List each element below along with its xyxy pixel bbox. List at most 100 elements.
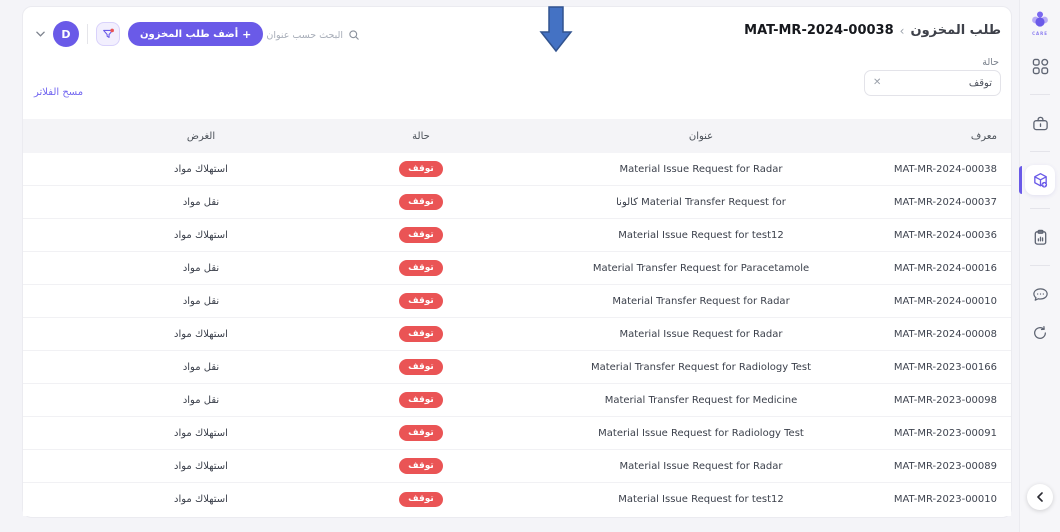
table-row[interactable]: MAT-MR-2024-00008 Material Issue Request… bbox=[23, 318, 1011, 351]
row-id: MAT-MR-2024-00037 bbox=[893, 196, 997, 208]
row-id: MAT-MR-2024-00036 bbox=[893, 229, 997, 241]
grid-icon bbox=[1032, 58, 1048, 74]
row-status-cell: توقف bbox=[301, 425, 541, 441]
sidebar-item-supplies[interactable] bbox=[1025, 108, 1055, 138]
add-inventory-request-button[interactable]: + أضف طلب المخزون bbox=[128, 22, 264, 46]
cube-plus-icon bbox=[1033, 172, 1047, 188]
row-id: MAT-MR-2023-00010 bbox=[893, 494, 997, 505]
notification-dot bbox=[109, 28, 114, 32]
status-badge: توقف bbox=[399, 260, 443, 276]
row-id: MAT-MR-2023-00166 bbox=[893, 361, 997, 373]
sidebar-item-reports[interactable] bbox=[1025, 222, 1055, 252]
row-status-cell: توقف bbox=[301, 161, 541, 177]
table-row[interactable]: MAT-MR-2024-00010 Material Transfer Requ… bbox=[23, 285, 1011, 318]
clear-filters-link[interactable]: مسح الفلاتر bbox=[34, 87, 83, 98]
app-logo[interactable]: CARE bbox=[1029, 10, 1051, 36]
sidebar-item-refresh[interactable] bbox=[1025, 318, 1055, 348]
table-header-row: معرف عنوان حالة الغرض bbox=[23, 119, 1011, 153]
row-title: Material Transfer Request for كالونا bbox=[616, 196, 786, 208]
status-badge: توقف bbox=[399, 326, 443, 342]
table-row[interactable]: MAT-MR-2023-00098 Material Transfer Requ… bbox=[23, 384, 1011, 417]
table-row[interactable]: MAT-MR-2024-00016 Material Transfer Requ… bbox=[23, 252, 1011, 285]
topbar-actions: D + أضف طلب المخزون bbox=[36, 21, 264, 47]
row-id: MAT-MR-2024-00008 bbox=[893, 328, 997, 340]
row-purpose: نقل مواد bbox=[182, 295, 220, 307]
sidebar-nav bbox=[1019, 48, 1060, 351]
row-status-cell: توقف bbox=[301, 293, 541, 309]
row-title: Material Transfer Request for Radar bbox=[612, 295, 790, 307]
status-badge: توقف bbox=[399, 227, 443, 243]
row-id: MAT-MR-2023-00091 bbox=[893, 427, 997, 439]
divider bbox=[1030, 208, 1050, 209]
row-purpose: استهلاك مواد bbox=[174, 460, 228, 472]
row-id: MAT-MR-2024-00010 bbox=[893, 295, 997, 307]
header-purpose: الغرض bbox=[186, 130, 216, 142]
row-status-cell: توقف bbox=[301, 359, 541, 375]
collapse-sidebar-button[interactable] bbox=[1027, 484, 1053, 510]
chat-icon bbox=[1032, 287, 1048, 301]
chevron-left-icon bbox=[1037, 492, 1043, 502]
plus-icon: + bbox=[242, 27, 252, 41]
sidebar: CARE bbox=[1019, 0, 1060, 532]
row-id: MAT-MR-2024-00016 bbox=[893, 262, 997, 274]
divider bbox=[1030, 94, 1050, 95]
table-row[interactable]: MAT-MR-2024-00036 Material Issue Request… bbox=[23, 219, 1011, 252]
status-badge: توقف bbox=[399, 359, 443, 375]
row-status-cell: توقف bbox=[301, 458, 541, 474]
row-purpose: استهلاك مواد bbox=[174, 163, 228, 175]
row-status-cell: توقف bbox=[301, 194, 541, 210]
status-badge: توقف bbox=[399, 491, 443, 508]
row-status-cell: توقف bbox=[301, 491, 541, 508]
status-filter-value: توقف bbox=[968, 77, 992, 89]
header-status: حالة bbox=[412, 130, 430, 142]
sidebar-item-messages[interactable] bbox=[1025, 279, 1055, 309]
row-status-cell: توقف bbox=[301, 227, 541, 243]
logo-text: CARE bbox=[1032, 31, 1048, 36]
row-id: MAT-MR-2023-00098 bbox=[893, 394, 997, 406]
row-title: Material Transfer Request for Paracetamo… bbox=[592, 262, 810, 274]
divider bbox=[87, 24, 88, 44]
table-row[interactable]: MAT-MR-2023-00166 Material Transfer Requ… bbox=[23, 351, 1011, 384]
row-purpose: استهلاك مواد bbox=[174, 494, 228, 505]
row-purpose: استهلاك مواد bbox=[174, 229, 228, 241]
table-row[interactable]: MAT-MR-2023-00010 Material Issue Request… bbox=[23, 483, 1011, 516]
header-id: معرف bbox=[970, 130, 997, 142]
avatar[interactable]: D bbox=[53, 21, 79, 47]
status-badge: توقف bbox=[399, 161, 443, 177]
chevron-down-icon[interactable] bbox=[36, 31, 45, 37]
sidebar-item-dashboard[interactable] bbox=[1025, 51, 1055, 81]
row-title: Material Issue Request for Radar bbox=[619, 163, 783, 175]
breadcrumb: طلب المخزون ‹ MAT-MR-2024-00038 bbox=[744, 23, 1001, 38]
divider bbox=[1030, 151, 1050, 152]
table-row[interactable]: MAT-MR-2024-00038 Material Issue Request… bbox=[23, 153, 1011, 186]
row-purpose: نقل مواد bbox=[182, 196, 220, 208]
breadcrumb-section[interactable]: طلب المخزون bbox=[910, 23, 1001, 38]
clipboard-chart-icon bbox=[1034, 229, 1046, 245]
add-button-label: أضف طلب المخزون bbox=[140, 28, 239, 40]
table-row[interactable]: MAT-MR-2023-00091 Material Issue Request… bbox=[23, 417, 1011, 450]
row-id: MAT-MR-2023-00089 bbox=[893, 460, 997, 472]
row-title: Material Issue Request for Radar bbox=[619, 460, 783, 472]
briefcase-icon bbox=[1032, 116, 1048, 130]
status-filter-label: حالة bbox=[982, 57, 999, 68]
row-title: Material Transfer Request for Medicine bbox=[604, 394, 798, 406]
status-badge: توقف bbox=[399, 194, 443, 210]
row-title: Material Issue Request for Radiology Tes… bbox=[598, 427, 804, 439]
breadcrumb-separator-icon: ‹ bbox=[899, 23, 905, 38]
breadcrumb-current: MAT-MR-2024-00038 bbox=[744, 23, 894, 38]
row-id: MAT-MR-2024-00038 bbox=[893, 163, 997, 175]
inventory-request-table: معرف عنوان حالة الغرض MAT-MR-2024-00038 … bbox=[23, 119, 1011, 516]
row-purpose: استهلاك مواد bbox=[174, 328, 228, 340]
status-filter-select[interactable]: توقف ✕ bbox=[864, 70, 1001, 96]
refresh-icon bbox=[1034, 325, 1046, 339]
clear-status-icon[interactable]: ✕ bbox=[873, 78, 881, 88]
row-title: Material Transfer Request for Radiology … bbox=[590, 361, 812, 373]
status-badge: توقف bbox=[399, 425, 443, 441]
table-row[interactable]: MAT-MR-2024-00037 Material Transfer Requ… bbox=[23, 186, 1011, 219]
row-status-cell: توقف bbox=[301, 326, 541, 342]
status-badge: توقف bbox=[399, 293, 443, 309]
table-row[interactable]: MAT-MR-2023-00089 Material Issue Request… bbox=[23, 450, 1011, 483]
sidebar-item-inventory-requests[interactable] bbox=[1019, 165, 1055, 195]
filter-button[interactable] bbox=[96, 22, 120, 46]
row-status-cell: توقف bbox=[301, 392, 541, 408]
